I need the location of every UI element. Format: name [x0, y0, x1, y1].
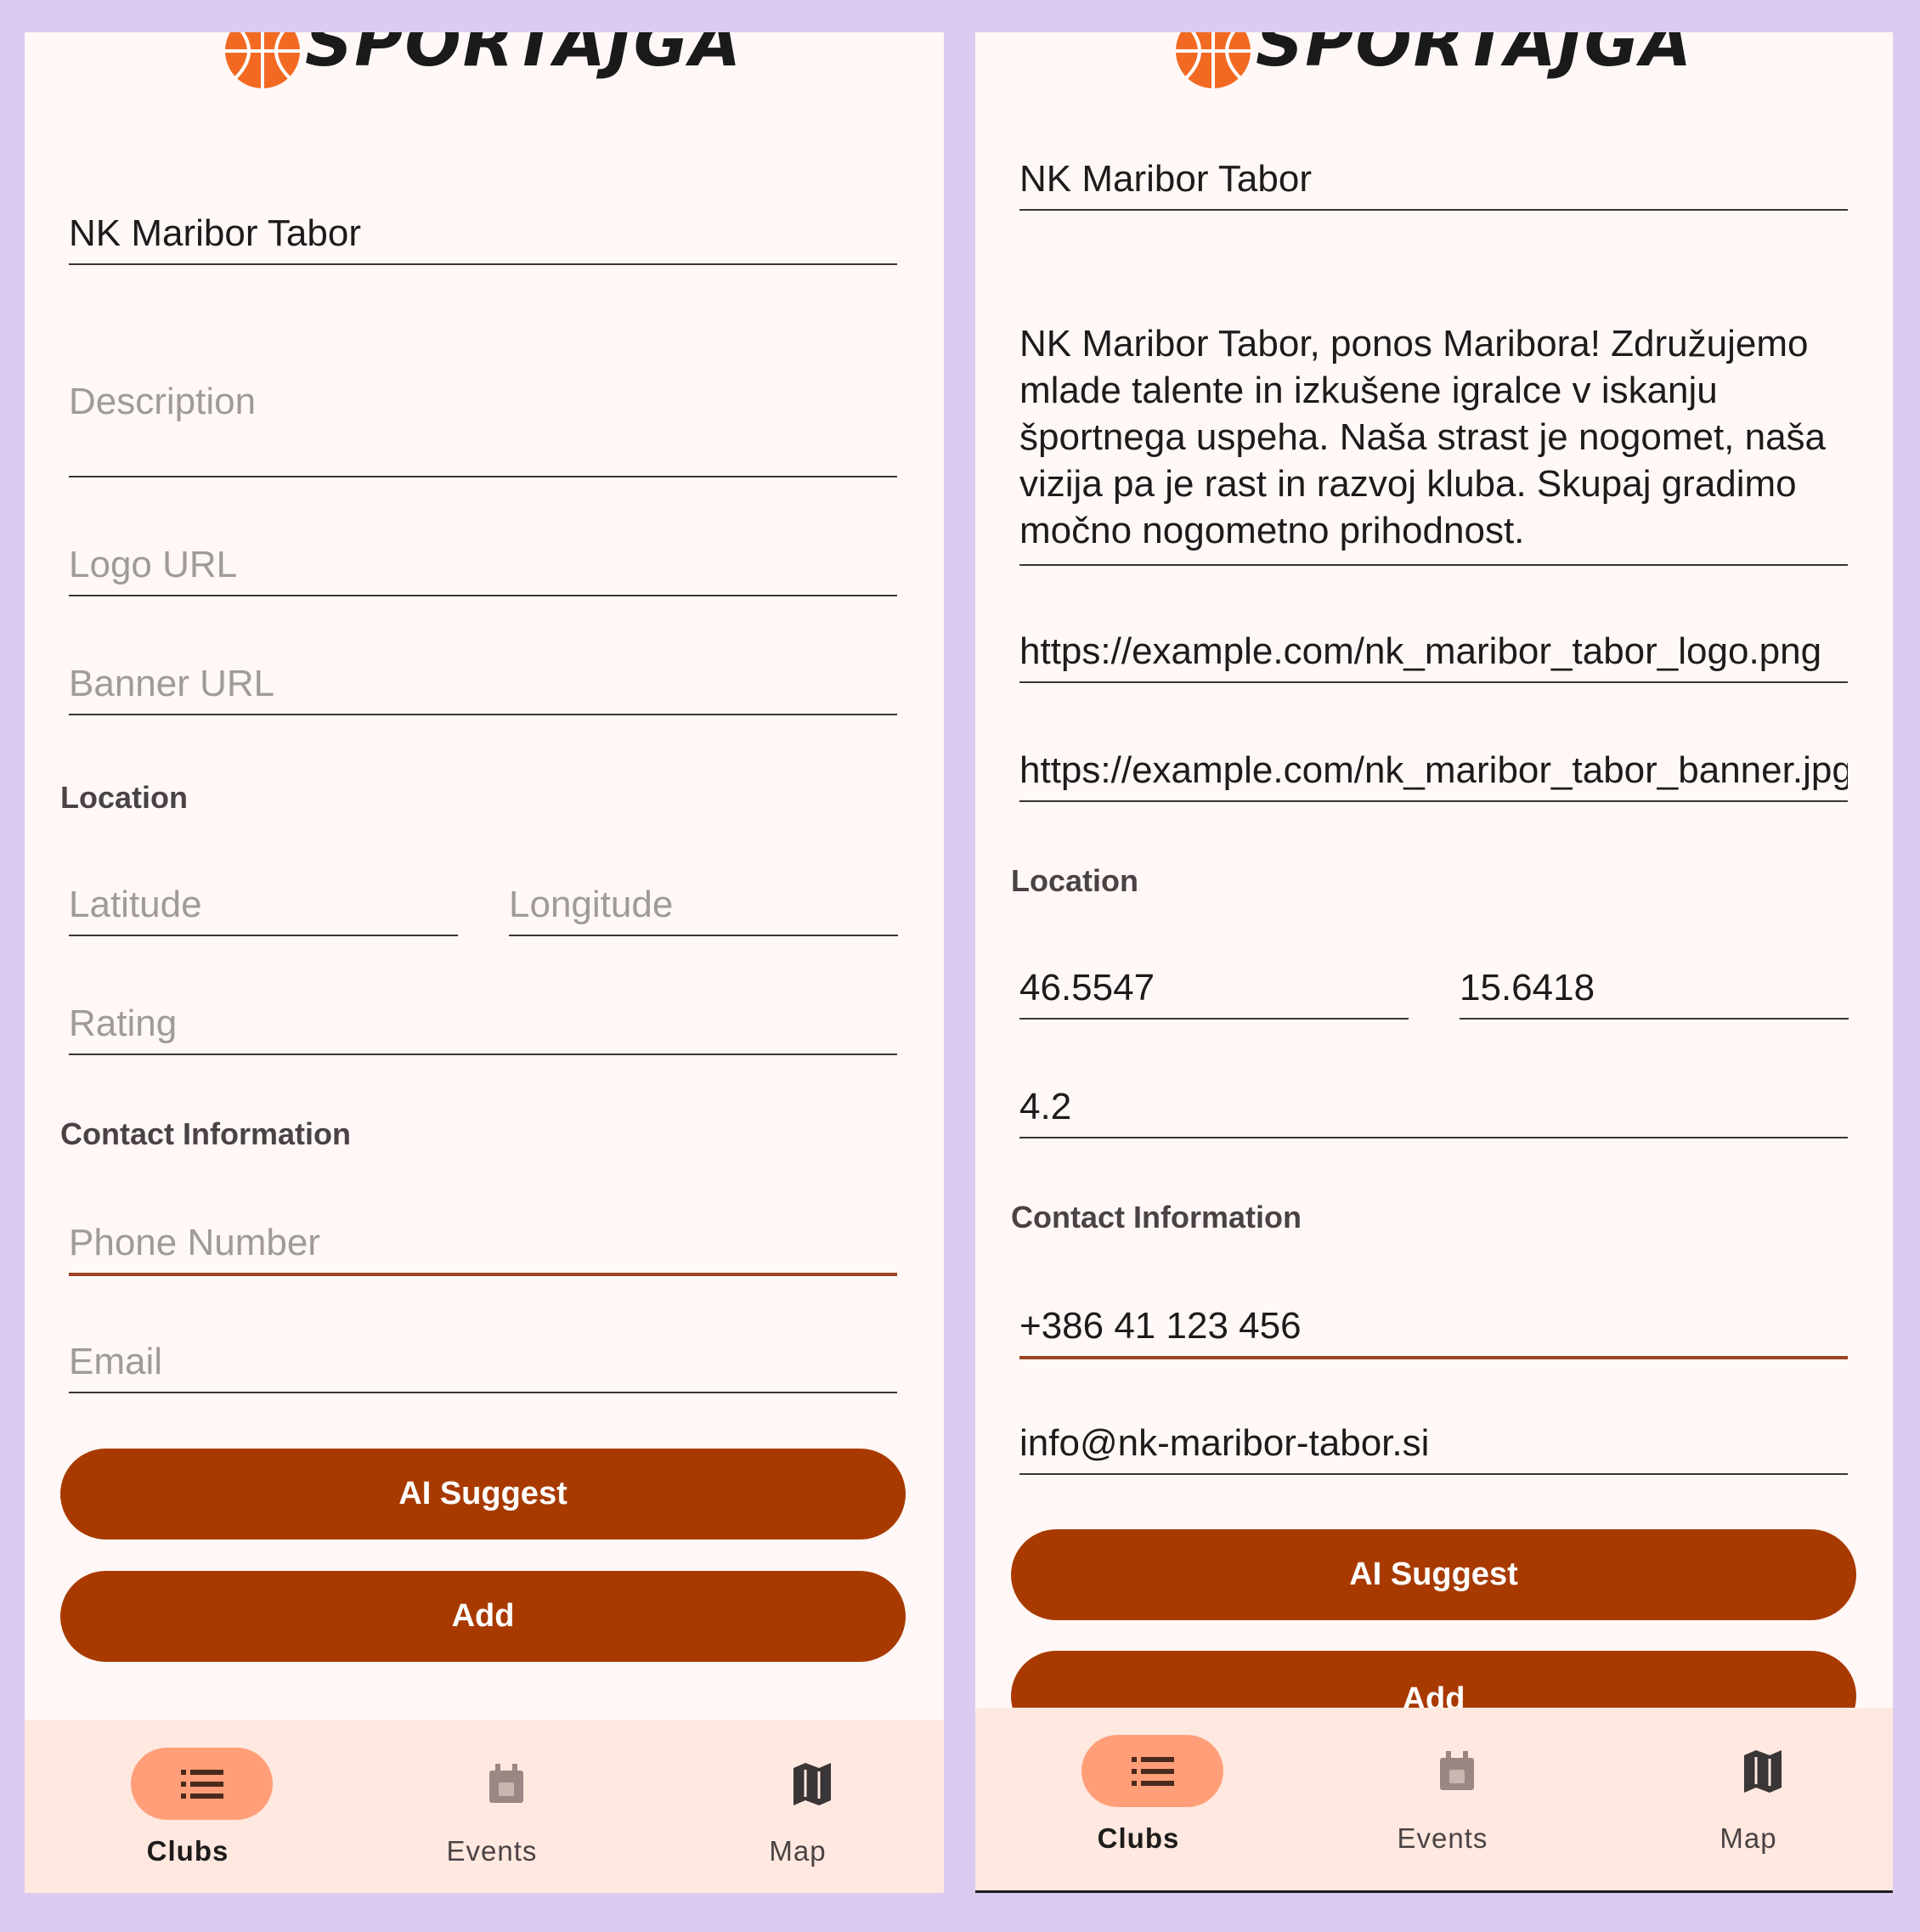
longitude-placeholder: Longitude: [509, 884, 674, 925]
logo-url-value: https://example.com/nk_maribor_tabor_log…: [1019, 630, 1822, 672]
nav-map-label: Map: [769, 1835, 827, 1867]
latitude-placeholder: Latitude: [69, 884, 202, 925]
logo-url-input[interactable]: Logo URL: [69, 508, 897, 596]
rating-value: 4.2: [1019, 1086, 1072, 1127]
description-placeholder: Description: [69, 381, 257, 422]
nav-events-label: Events: [446, 1835, 538, 1867]
nav-map[interactable]: Map: [670, 1720, 925, 1893]
nav-events-indicator: [435, 1748, 577, 1820]
description-input[interactable]: NK Maribor Tabor, ponos Maribora! Združu…: [1019, 236, 1848, 566]
location-heading: Location: [60, 780, 188, 815]
longitude-value: 15.6418: [1460, 967, 1595, 1008]
phone-value: +386 41 123 456: [1019, 1305, 1302, 1347]
nav-map-label: Map: [1720, 1822, 1777, 1854]
name-value: NK Maribor Tabor: [1019, 158, 1312, 200]
rating-input[interactable]: Rating: [69, 967, 897, 1055]
nav-events[interactable]: Events: [364, 1720, 619, 1893]
nav-map-indicator: [1691, 1735, 1833, 1807]
phone-input[interactable]: +386 41 123 456: [1019, 1268, 1848, 1359]
app-logo: SPORTAJGA: [25, 32, 944, 88]
longitude-input[interactable]: Longitude: [509, 848, 898, 936]
contact-heading: Contact Information: [1011, 1200, 1302, 1234]
add-button[interactable]: Add: [60, 1571, 906, 1662]
nav-events-label: Events: [1397, 1822, 1488, 1854]
left-screen: SPORTAJGA NK Maribor Tabor Description L…: [25, 32, 944, 1893]
list-icon: [180, 1769, 223, 1799]
nav-clubs-indicator: [131, 1748, 273, 1820]
nav-map-indicator: [741, 1748, 883, 1820]
banner-url-input[interactable]: Banner URL: [69, 627, 897, 715]
phone-placeholder: Phone Number: [69, 1222, 320, 1263]
name-input[interactable]: NK Maribor Tabor: [1019, 117, 1848, 211]
latitude-input[interactable]: Latitude: [69, 848, 458, 936]
bottom-navigation: Clubs Events Map: [25, 1720, 944, 1893]
logo-wordmark: SPORTAJGA: [305, 32, 743, 82]
list-icon: [1131, 1756, 1174, 1786]
calendar-icon: [488, 1763, 523, 1803]
map-icon: [793, 1762, 831, 1805]
banner-url-value: https://example.com/nk_maribor_tabor_ban…: [1019, 749, 1848, 791]
email-placeholder: Email: [69, 1341, 163, 1382]
banner-url-placeholder: Banner URL: [69, 663, 275, 704]
rating-placeholder: Rating: [69, 1003, 178, 1044]
logo-wordmark: SPORTAJGA: [1256, 32, 1694, 82]
name-input[interactable]: NK Maribor Tabor: [69, 168, 897, 265]
contact-heading: Contact Information: [60, 1116, 351, 1151]
nav-clubs-label: Clubs: [146, 1835, 229, 1867]
nav-events[interactable]: Events: [1315, 1708, 1570, 1880]
latitude-input[interactable]: 46.5547: [1019, 933, 1409, 1020]
app-logo: SPORTAJGA: [975, 32, 1893, 88]
location-heading: Location: [1011, 863, 1138, 898]
nav-clubs-indicator: [1081, 1735, 1223, 1807]
nav-events-indicator: [1386, 1735, 1528, 1807]
calendar-icon: [1439, 1750, 1474, 1790]
phone-input[interactable]: Phone Number: [69, 1184, 897, 1276]
basketball-icon: [225, 32, 300, 88]
email-input[interactable]: Email: [69, 1305, 897, 1393]
rating-input[interactable]: 4.2: [1019, 1050, 1848, 1138]
description-input[interactable]: Description: [69, 313, 897, 477]
bottom-navigation: Clubs Events Map: [975, 1708, 1893, 1893]
nav-map[interactable]: Map: [1621, 1708, 1876, 1880]
ai-suggest-button[interactable]: AI Suggest: [60, 1449, 906, 1539]
email-value: info@nk-maribor-tabor.si: [1019, 1422, 1430, 1464]
ai-suggest-button[interactable]: AI Suggest: [1011, 1529, 1856, 1620]
description-value: NK Maribor Tabor, ponos Maribora! Združu…: [1019, 323, 1827, 551]
longitude-input[interactable]: 15.6418: [1460, 933, 1849, 1020]
banner-url-input[interactable]: https://example.com/nk_maribor_tabor_ban…: [1019, 714, 1848, 802]
nav-clubs[interactable]: Clubs: [1011, 1708, 1266, 1880]
basketball-icon: [1176, 32, 1251, 88]
logo-url-input[interactable]: https://example.com/nk_maribor_tabor_log…: [1019, 595, 1848, 683]
logo-url-placeholder: Logo URL: [69, 544, 238, 585]
map-icon: [1743, 1749, 1782, 1793]
email-input[interactable]: info@nk-maribor-tabor.si: [1019, 1387, 1848, 1475]
latitude-value: 46.5547: [1019, 967, 1155, 1008]
right-screen: SPORTAJGA NK Maribor Tabor NK Maribor Ta…: [975, 32, 1893, 1893]
nav-clubs-label: Clubs: [1097, 1822, 1180, 1854]
nav-clubs[interactable]: Clubs: [60, 1720, 315, 1893]
name-value: NK Maribor Tabor: [69, 212, 361, 254]
